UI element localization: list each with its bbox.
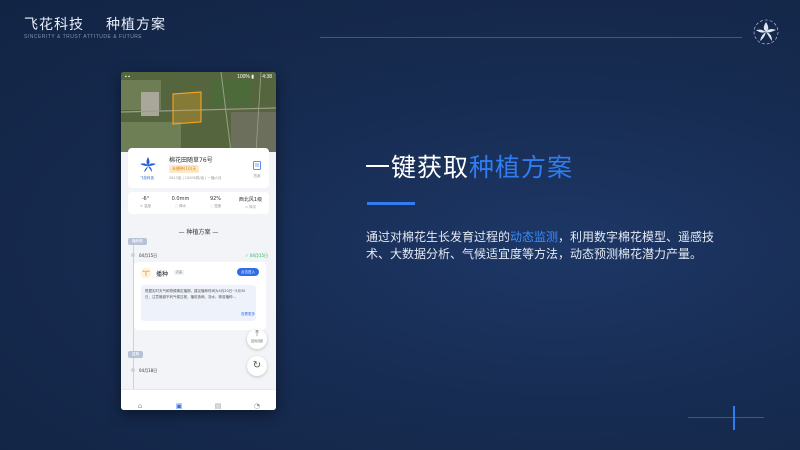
section-name: 种植方案 bbox=[106, 17, 166, 33]
status-bar: ▪ ▪ 100% ▮ 4:38 bbox=[121, 72, 276, 81]
tab-patrol[interactable]: ▤ 巡查 bbox=[199, 393, 237, 410]
weather-label: ≈ 风向 bbox=[233, 205, 268, 210]
weather-label-text: 湿度 bbox=[214, 204, 222, 208]
weather-temperature: -6° ⊙ 温度 bbox=[128, 196, 163, 209]
weather-bar: -6° ⊙ 温度 0.0mm ◌ 降水 92% ◌ 湿度 西北风1级 ≈ 风向 bbox=[128, 192, 269, 214]
field-name: 棉花田随草76号 bbox=[169, 157, 213, 164]
refresh-button[interactable]: ↻ bbox=[247, 356, 267, 376]
rain-icon: ◌ bbox=[174, 204, 178, 208]
description-highlight: 动态监测 bbox=[510, 230, 559, 244]
timeline-tag-seedling: 苗期 bbox=[128, 351, 143, 358]
file-label: 档案 bbox=[253, 174, 261, 178]
timeline-dot bbox=[131, 253, 135, 257]
stage-card-sowing[interactable]: 播种 农事 点击进入 根据实时天气和物候确定播期，建议播种时间为4月20日~5月… bbox=[134, 262, 266, 330]
user-icon: ◔ bbox=[253, 402, 261, 410]
weather-value: 西北风1级 bbox=[238, 197, 263, 203]
status-carrier: ▪ ▪ bbox=[125, 74, 130, 80]
weather-wind: 西北风1级 ≈ 风向 bbox=[233, 196, 268, 210]
headline: 一键获取种植方案 bbox=[365, 148, 573, 184]
view-more-link[interactable]: 查看更多 bbox=[241, 312, 255, 317]
back-to-top-label: 回到顶部 bbox=[250, 339, 263, 343]
corner-decor-line bbox=[688, 417, 764, 418]
timeline-tag-sowing: 播种期 bbox=[128, 238, 147, 245]
field-info-card[interactable]: 飞花科技 棉花田随草76号 未播种(10)天 2813亩 | 10000株/亩 … bbox=[128, 148, 269, 188]
bottom-tab-bar: ⌂ 首页 ▣ 方案 ▤ 巡查 ◔ 我的 bbox=[121, 389, 276, 410]
seed-icon bbox=[140, 267, 152, 279]
weather-humidity: 92% ◌ 湿度 bbox=[198, 196, 233, 209]
timeline-date: 04月15日 bbox=[139, 253, 158, 258]
field-meta: 2813亩 | 10000株/亩 | 一播六月 bbox=[169, 176, 222, 180]
file-button[interactable]: 档案 bbox=[251, 155, 263, 179]
weather-label-text: 温度 bbox=[144, 204, 152, 208]
patrol-icon: ▤ bbox=[214, 402, 222, 410]
plan-icon: ▣ bbox=[175, 402, 183, 410]
phone-mockup: ▪ ▪ 100% ▮ 4:38 飞花科技 棉花田随草76号 未播种(10)天 2… bbox=[121, 72, 276, 410]
humidity-icon: ◌ bbox=[209, 204, 213, 208]
back-to-top-button[interactable]: ⤒ 回到顶部 bbox=[247, 329, 267, 349]
satellite-map[interactable]: ▪ ▪ 100% ▮ 4:38 bbox=[121, 72, 276, 152]
thermometer-icon: ⊙ bbox=[139, 204, 143, 208]
wind-icon: ≈ bbox=[244, 205, 248, 209]
timeline-dot bbox=[131, 368, 135, 372]
description-before: 通过对棉花生长发育过程的 bbox=[366, 230, 511, 244]
timeline-date: 04月18日 bbox=[139, 368, 158, 373]
headline-highlight: 种植方案 bbox=[469, 153, 574, 182]
tab-plan[interactable]: ▣ 方案 bbox=[160, 393, 198, 410]
company-name: 飞花科技 bbox=[24, 17, 84, 33]
brand-header: 飞花科技 种植方案 bbox=[24, 14, 166, 34]
enter-stage-button[interactable]: 点击进入 bbox=[237, 268, 259, 276]
weather-label: ◌ 降水 bbox=[163, 204, 198, 209]
refresh-icon: ↻ bbox=[252, 360, 262, 371]
slogan: SINCERITY & TRUST ATTITUDE & FUTURE bbox=[24, 34, 143, 40]
weather-label: ⊙ 温度 bbox=[128, 204, 163, 209]
weather-label: ◌ 湿度 bbox=[198, 204, 233, 209]
top-arrow-icon: ⤒ bbox=[255, 329, 259, 338]
weather-label-text: 风向 bbox=[249, 205, 257, 209]
header-divider bbox=[320, 37, 742, 38]
plan-section-title: — 种植方案 — bbox=[178, 229, 219, 236]
status-signal: 100% ▮ bbox=[237, 74, 254, 80]
stage-tag: 农事 bbox=[174, 270, 185, 275]
weather-precipitation: 0.0mm ◌ 降水 bbox=[163, 196, 198, 209]
headline-underline bbox=[367, 202, 415, 205]
timeline-date-done-text: 04月15日 bbox=[249, 253, 268, 258]
corner-decor-bar bbox=[733, 406, 735, 430]
headline-prefix: 一键获取 bbox=[365, 153, 470, 182]
flower-logo-icon bbox=[753, 19, 779, 45]
company-logo-text: 飞花科技 bbox=[140, 176, 154, 180]
weather-value: -6° bbox=[141, 196, 150, 202]
check-icon: ✓ bbox=[245, 253, 249, 258]
weather-value: 92% bbox=[209, 196, 222, 202]
status-time: 4:38 bbox=[262, 74, 272, 80]
description: 通过对棉花生长发育过程的动态监测，利用数字棉花模型、遥感技术、大数据分析、气候适… bbox=[366, 229, 728, 263]
timeline-date-done: ✓ 04月15日 bbox=[245, 253, 268, 259]
file-icon bbox=[253, 161, 261, 170]
sowing-status-badge: 未播种(10)天 bbox=[169, 165, 200, 173]
weather-value: 0.0mm bbox=[171, 196, 190, 202]
weather-label-text: 降水 bbox=[179, 204, 187, 208]
home-icon: ⌂ bbox=[137, 402, 143, 410]
tab-home[interactable]: ⌂ 首页 bbox=[121, 393, 159, 410]
stage-description: 根据实时天气和物候确定播期，建议播种时间为4月20日~5月30日，注意躲避不利气… bbox=[141, 285, 256, 321]
plan-title-text: 种植方案 bbox=[186, 229, 211, 236]
stage-name: 播种 bbox=[156, 271, 169, 278]
tab-mine[interactable]: ◔ 我的 bbox=[238, 393, 276, 410]
